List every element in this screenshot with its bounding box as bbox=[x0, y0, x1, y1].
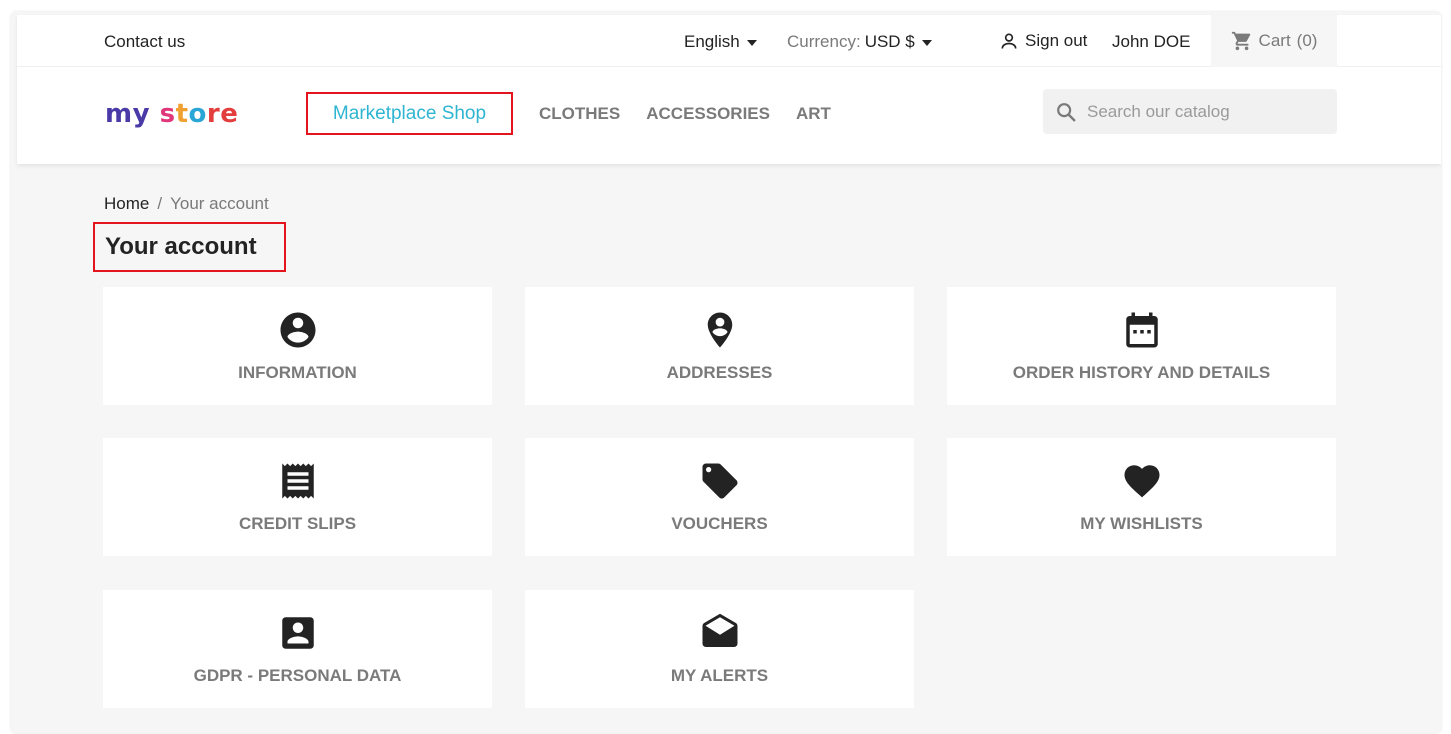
nav-accessories[interactable]: ACCESSORIES bbox=[646, 104, 770, 124]
breadcrumb-separator: / bbox=[157, 194, 163, 213]
calendar-icon bbox=[1125, 312, 1158, 348]
location-pin-icon bbox=[707, 312, 732, 348]
cart-label: Cart bbox=[1258, 31, 1291, 50]
main-nav: CLOTHES ACCESSORIES ART bbox=[539, 104, 831, 124]
logo-text-o: o bbox=[188, 99, 207, 129]
contact-us-link[interactable]: Contact us bbox=[104, 32, 185, 52]
currency-value: USD $ bbox=[864, 32, 915, 51]
tile-label: MY ALERTS bbox=[670, 666, 769, 685]
sign-out-label: Sign out bbox=[1025, 31, 1088, 50]
tile-label: ADDRESSES bbox=[666, 363, 773, 382]
tile-label: CREDIT SLIPS bbox=[238, 514, 357, 533]
tile-label: VOUCHERS bbox=[671, 514, 768, 533]
page-title-box: Your account bbox=[93, 222, 286, 272]
cart-count: (0) bbox=[1296, 31, 1318, 50]
currency-selector[interactable]: Currency: USD $ bbox=[787, 32, 932, 52]
tile-label: MY WISHLISTS bbox=[1080, 514, 1203, 533]
account-circle-icon bbox=[280, 312, 315, 348]
caret-down-icon bbox=[746, 40, 757, 46]
logo-text-my: my bbox=[105, 99, 151, 129]
search-box bbox=[1043, 89, 1337, 134]
nav-clothes[interactable]: CLOTHES bbox=[539, 104, 620, 124]
account-box-icon bbox=[281, 617, 314, 649]
breadcrumb: Home / Your account bbox=[104, 194, 269, 214]
cart-button[interactable]: Cart (0) bbox=[1211, 15, 1337, 67]
user-icon bbox=[1001, 33, 1017, 49]
nav-marketplace-shop[interactable]: Marketplace Shop bbox=[306, 92, 513, 135]
cart-icon bbox=[1231, 31, 1250, 51]
tile-vouchers[interactable]: VOUCHERS bbox=[525, 438, 914, 556]
tile-my-wishlists[interactable]: MY WISHLISTS bbox=[947, 438, 1336, 556]
store-logo[interactable]: my store bbox=[105, 99, 238, 129]
sign-out-link[interactable]: Sign out bbox=[999, 31, 1087, 51]
header-mainbar: my store Marketplace Shop CLOTHES ACCESS… bbox=[17, 67, 1441, 164]
breadcrumb-current: Your account bbox=[170, 194, 269, 213]
user-account-link[interactable]: John DOE bbox=[1112, 32, 1190, 52]
page-frame: Contact us English Currency: USD $ Sign … bbox=[11, 12, 1441, 733]
tile-label: ORDER HISTORY AND DETAILS bbox=[1012, 363, 1271, 382]
currency-label: Currency: bbox=[787, 32, 861, 51]
logo-text-t: t bbox=[175, 99, 189, 129]
tile-label: GDPR - PERSONAL DATA bbox=[193, 666, 402, 685]
page-title: Your account bbox=[105, 233, 257, 260]
search-icon[interactable] bbox=[1055, 101, 1077, 123]
logo-text-s: s bbox=[159, 99, 176, 129]
site-header: Contact us English Currency: USD $ Sign … bbox=[17, 15, 1441, 164]
receipt-icon bbox=[281, 463, 314, 499]
language-selector[interactable]: English bbox=[684, 32, 757, 52]
logo-text-re: re bbox=[206, 99, 239, 129]
envelope-open-icon bbox=[702, 613, 737, 647]
language-value: English bbox=[684, 32, 740, 51]
nav-art[interactable]: ART bbox=[796, 104, 831, 124]
heart-icon bbox=[1124, 465, 1159, 498]
tile-addresses[interactable]: ADDRESSES bbox=[525, 287, 914, 405]
tile-gdpr-personal-data[interactable]: GDPR - PERSONAL DATA bbox=[103, 590, 492, 708]
tile-order-history[interactable]: ORDER HISTORY AND DETAILS bbox=[947, 287, 1336, 405]
tile-credit-slips[interactable]: CREDIT SLIPS bbox=[103, 438, 492, 556]
header-topbar: Contact us English Currency: USD $ Sign … bbox=[17, 15, 1441, 67]
tile-my-alerts[interactable]: MY ALERTS bbox=[525, 590, 914, 708]
search-input[interactable] bbox=[1087, 101, 1317, 122]
tile-label: INFORMATION bbox=[238, 363, 357, 382]
tile-information[interactable]: INFORMATION bbox=[103, 287, 492, 405]
caret-down-icon bbox=[921, 40, 932, 46]
tag-icon bbox=[702, 463, 737, 499]
breadcrumb-home[interactable]: Home bbox=[104, 194, 149, 214]
